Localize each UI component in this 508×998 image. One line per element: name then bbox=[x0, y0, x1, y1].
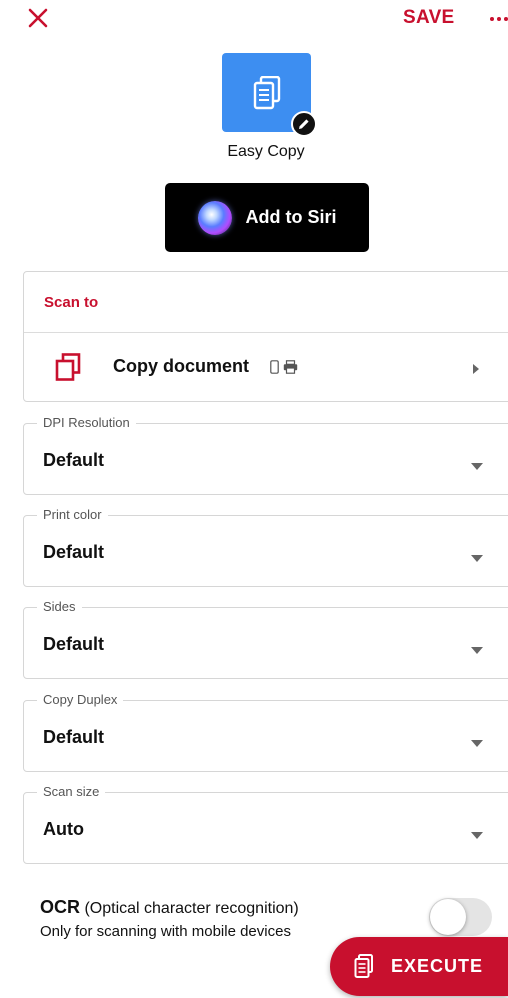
siri-orb-icon bbox=[197, 200, 232, 235]
field-label: Scan size bbox=[37, 784, 106, 800]
toggle-knob bbox=[430, 899, 466, 935]
execute-label: EXECUTE bbox=[391, 956, 484, 976]
scan-destination-label: Copy document bbox=[113, 356, 250, 376]
shortcut-editor-screen: SAVE Easy Copy Add to Siri Scan to Copy … bbox=[0, 0, 508, 998]
dpi-resolution-select[interactable]: DPI Resolution Default bbox=[23, 415, 508, 495]
ocr-subtitle: Only for scanning with mobile devices bbox=[40, 923, 291, 940]
save-button[interactable]: SAVE bbox=[403, 7, 455, 29]
document-copy-icon bbox=[253, 75, 280, 109]
ocr-title: OCR (Optical character recognition) bbox=[40, 897, 299, 918]
phone-icon bbox=[270, 360, 279, 374]
pencil-icon[interactable] bbox=[291, 111, 317, 137]
print-color-select[interactable]: Print color Default bbox=[23, 507, 508, 587]
field-label: Copy Duplex bbox=[37, 692, 124, 708]
ocr-title-rest: (Optical character recognition) bbox=[80, 900, 299, 917]
scan-to-card: Scan to Copy document bbox=[23, 271, 508, 402]
field-label: DPI Resolution bbox=[37, 415, 136, 431]
copy-duplex-select[interactable]: Copy Duplex Default bbox=[23, 692, 508, 772]
close-icon[interactable] bbox=[26, 6, 50, 30]
field-value: Default bbox=[43, 727, 105, 747]
execute-button[interactable]: EXECUTE bbox=[330, 937, 508, 996]
ocr-title-bold: OCR bbox=[40, 897, 80, 917]
add-to-siri-label: Add to Siri bbox=[245, 207, 337, 227]
field-value: Default bbox=[43, 450, 105, 470]
copy-icon bbox=[55, 353, 81, 386]
field-value: Default bbox=[43, 634, 105, 654]
shortcut-name: Easy Copy bbox=[227, 143, 305, 160]
scan-size-select[interactable]: Scan size Auto bbox=[23, 784, 508, 864]
add-to-siri-button[interactable]: Add to Siri bbox=[165, 183, 369, 252]
caret-down-icon bbox=[471, 457, 483, 475]
more-horizontal-icon[interactable] bbox=[490, 17, 508, 21]
caret-down-icon bbox=[471, 641, 483, 659]
caret-down-icon bbox=[471, 826, 483, 844]
printer-icon bbox=[283, 360, 298, 374]
device-icons bbox=[270, 360, 298, 374]
sides-select[interactable]: Sides Default bbox=[23, 599, 508, 679]
field-value: Auto bbox=[43, 819, 84, 839]
caret-down-icon bbox=[471, 549, 483, 567]
caret-down-icon bbox=[471, 734, 483, 752]
field-label: Print color bbox=[37, 507, 108, 523]
scan-destination-row[interactable]: Copy document bbox=[24, 333, 508, 403]
field-value: Default bbox=[43, 542, 105, 562]
document-icon bbox=[354, 954, 374, 983]
scan-to-title: Scan to bbox=[44, 294, 99, 311]
ocr-toggle[interactable] bbox=[429, 898, 492, 936]
chevron-right-icon bbox=[472, 362, 480, 380]
field-label: Sides bbox=[37, 599, 82, 615]
